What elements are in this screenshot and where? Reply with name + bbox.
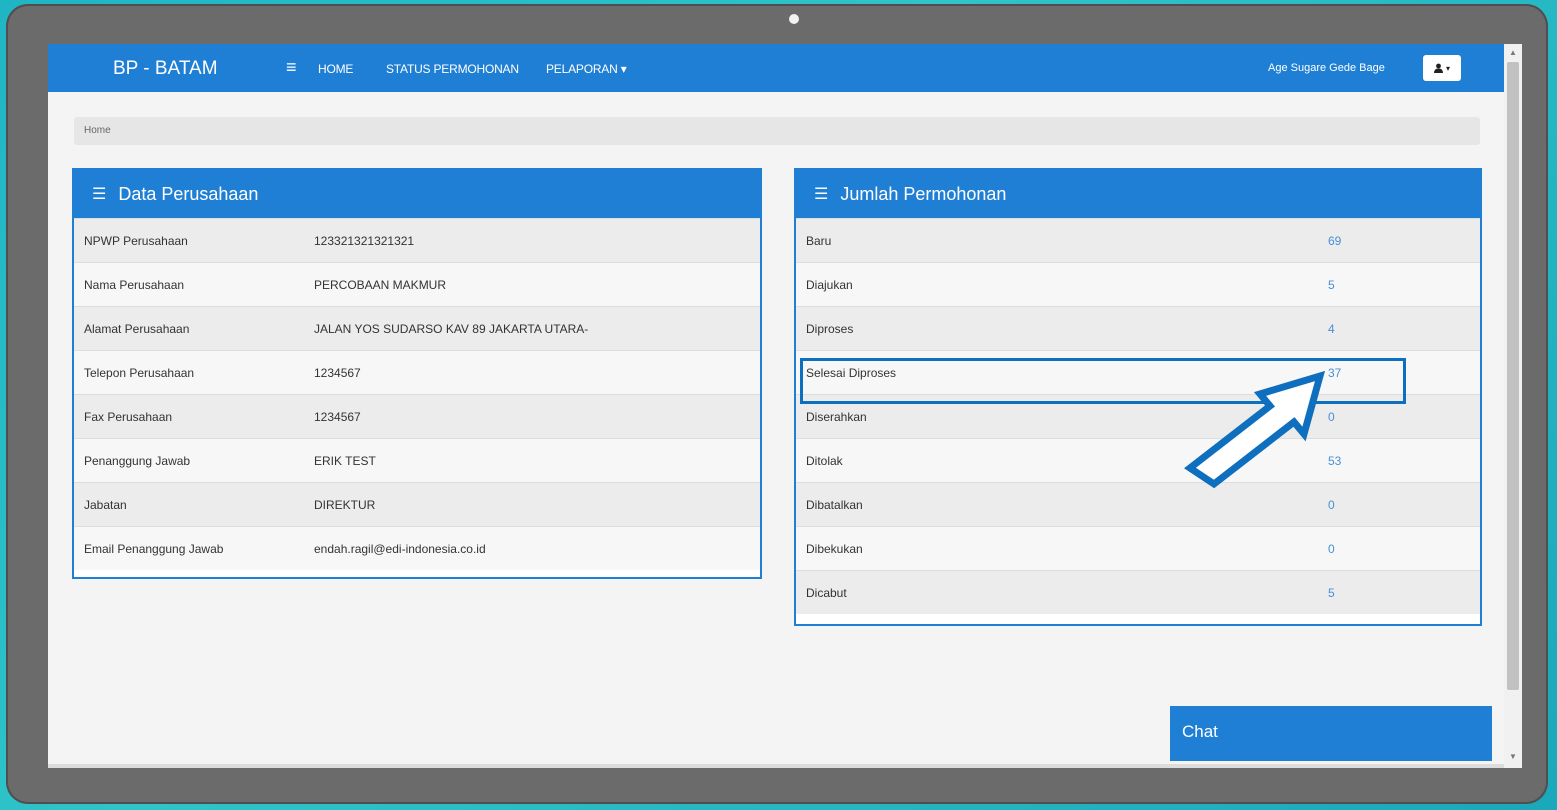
company-row: Nama Perusahaan PERCOBAAN MAKMUR	[74, 262, 760, 306]
scroll-up-icon[interactable]: ▲	[1509, 48, 1517, 57]
count-panel-title: Jumlah Permohonan	[840, 183, 1007, 204]
hamburger-icon[interactable]: ≡	[286, 57, 297, 78]
company-panel-title: Data Perusahaan	[118, 183, 259, 204]
company-row: Penanggung Jawab ERIK TEST	[74, 438, 760, 482]
row-value: JALAN YOS SUDARSO KAV 89 JAKARTA UTARA-	[314, 321, 589, 336]
status-label: Diajukan	[806, 277, 853, 292]
status-count-link[interactable]: 0	[1328, 410, 1335, 424]
screen-bottom-edge	[48, 764, 1504, 768]
breadcrumb[interactable]: Home	[74, 117, 1480, 145]
top-navbar: BP - BATAM ≡ HOME STATUS PERMOHONAN PELA…	[48, 44, 1504, 92]
row-label: Nama Perusahaan	[84, 277, 185, 292]
brand-logo[interactable]: BP - BATAM	[113, 58, 218, 80]
status-label: Dibatalkan	[806, 497, 863, 512]
company-row: Email Penanggung Jawab endah.ragil@edi-i…	[74, 526, 760, 570]
count-row[interactable]: Dicabut 5	[796, 570, 1480, 614]
scrollbar-thumb[interactable]	[1507, 62, 1519, 690]
company-row: NPWP Perusahaan 123321321321321	[74, 218, 760, 262]
count-panel-header: ☰ Jumlah Permohonan	[796, 170, 1480, 218]
user-icon	[1433, 63, 1443, 73]
list-icon: ☰	[814, 186, 829, 203]
row-label: NPWP Perusahaan	[84, 233, 188, 248]
company-data-panel: ☰ Data Perusahaan NPWP Perusahaan 123321…	[72, 168, 762, 579]
row-value: 1234567	[314, 365, 361, 380]
row-label: Fax Perusahaan	[84, 409, 173, 424]
status-count-link[interactable]: 0	[1328, 542, 1335, 556]
count-row[interactable]: Diproses 4	[796, 306, 1480, 350]
status-label: Dicabut	[806, 585, 847, 600]
row-label: Jabatan	[84, 497, 127, 512]
row-value: ERIK TEST	[314, 453, 376, 468]
list-icon: ☰	[92, 186, 107, 203]
row-label: Alamat Perusahaan	[84, 321, 190, 336]
row-value: 123321321321321	[314, 233, 415, 248]
row-value: DIREKTUR	[314, 497, 376, 512]
company-row: Telepon Perusahaan 1234567	[74, 350, 760, 394]
chevron-down-icon: ▾	[1445, 63, 1450, 73]
count-row[interactable]: Diajukan 5	[796, 262, 1480, 306]
status-count-link[interactable]: 5	[1328, 278, 1335, 292]
status-count-link[interactable]: 0	[1328, 498, 1335, 512]
company-row: Alamat Perusahaan JALAN YOS SUDARSO KAV …	[74, 306, 760, 350]
status-count-link[interactable]: 69	[1328, 234, 1341, 248]
status-count-link[interactable]: 5	[1328, 586, 1335, 600]
user-name: Age Sugare Gede Bage	[1268, 62, 1385, 74]
company-panel-header: ☰ Data Perusahaan	[74, 170, 760, 218]
count-row[interactable]: Ditolak 53	[796, 438, 1480, 482]
row-value: 1234567	[314, 409, 361, 424]
row-value: PERCOBAAN MAKMUR	[314, 277, 447, 292]
status-label: Baru	[806, 233, 832, 248]
user-menu-button[interactable]: ▾	[1423, 55, 1461, 81]
status-count-link[interactable]: 53	[1328, 454, 1341, 468]
pointer-arrow	[1184, 370, 1326, 489]
status-count-link[interactable]: 4	[1328, 322, 1335, 336]
company-row: Fax Perusahaan 1234567	[74, 394, 760, 438]
app-screen: BP - BATAM ≡ HOME STATUS PERMOHONAN PELA…	[48, 44, 1522, 768]
nav-pelaporan-dropdown[interactable]: PELAPORAN ▾	[546, 62, 627, 76]
row-value: endah.ragil@edi-indonesia.co.id	[314, 541, 486, 556]
company-row: Jabatan DIREKTUR	[74, 482, 760, 526]
row-label: Email Penanggung Jawab	[84, 541, 224, 556]
scroll-down-icon[interactable]: ▼	[1509, 752, 1517, 761]
count-row[interactable]: Baru 69	[796, 218, 1480, 262]
nav-home[interactable]: HOME	[318, 62, 353, 76]
chat-widget[interactable]: Chat	[1170, 706, 1492, 761]
status-label: Diproses	[806, 321, 854, 336]
count-row[interactable]: Dibekukan 0	[796, 526, 1480, 570]
row-label: Telepon Perusahaan	[84, 365, 195, 380]
camera-dot	[789, 14, 799, 24]
nav-status-permohonan[interactable]: STATUS PERMOHONAN	[386, 62, 519, 76]
status-label: Dibekukan	[806, 541, 863, 556]
count-row[interactable]: Dibatalkan 0	[796, 482, 1480, 526]
row-label: Penanggung Jawab	[84, 453, 191, 468]
